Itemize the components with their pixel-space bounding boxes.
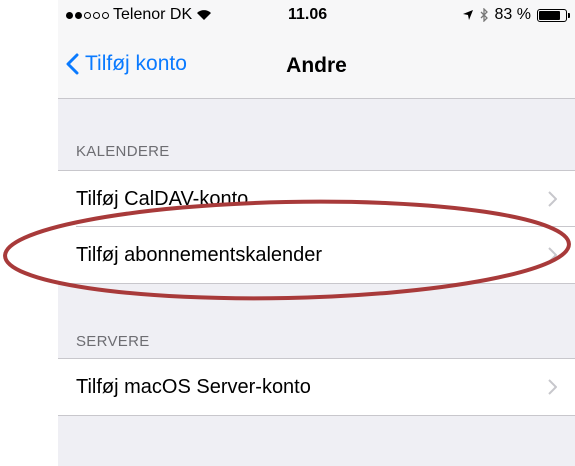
calendar-group: Tilføj CalDAV-konto Tilføj abonnementska…	[58, 170, 575, 284]
battery-icon	[537, 8, 570, 22]
add-caldav-account-row[interactable]: Tilføj CalDAV-konto	[58, 171, 575, 227]
settings-screen: Telenor DK 11.06 83 % Tilføj konto Andre…	[58, 0, 575, 466]
server-group: Tilføj macOS Server-konto	[58, 358, 575, 416]
add-macos-server-account-row[interactable]: Tilføj macOS Server-konto	[58, 359, 575, 415]
status-right: 83 %	[462, 6, 570, 24]
section-header-servere: SERVERE	[76, 333, 150, 350]
signal-dots-icon	[66, 11, 109, 19]
carrier-label: Telenor DK	[113, 6, 193, 23]
chevron-right-icon	[548, 247, 557, 263]
add-subscribed-calendar-row[interactable]: Tilføj abonnementskalender	[58, 227, 575, 283]
row-label: Tilføj abonnementskalender	[76, 243, 323, 266]
navigation-bar: Tilføj konto Andre	[58, 44, 575, 90]
status-left: Telenor DK	[66, 6, 212, 24]
row-label: Tilføj macOS Server-konto	[76, 375, 311, 398]
row-label: Tilføj CalDAV-konto	[76, 187, 249, 210]
status-time: 11.06	[288, 6, 328, 23]
wifi-icon	[197, 10, 212, 20]
location-arrow-icon	[462, 10, 473, 20]
status-bar: Telenor DK 11.06 83 %	[58, 0, 575, 30]
bluetooth-icon	[480, 8, 488, 22]
chevron-right-icon	[548, 191, 557, 207]
section-header-kalendere: KALENDERE	[76, 143, 170, 160]
page-title: Andre	[286, 54, 347, 77]
chevron-right-icon	[548, 379, 557, 395]
top-bar: Telenor DK 11.06 83 % Tilføj konto Andre	[58, 0, 575, 99]
battery-percent: 83 %	[494, 6, 531, 23]
